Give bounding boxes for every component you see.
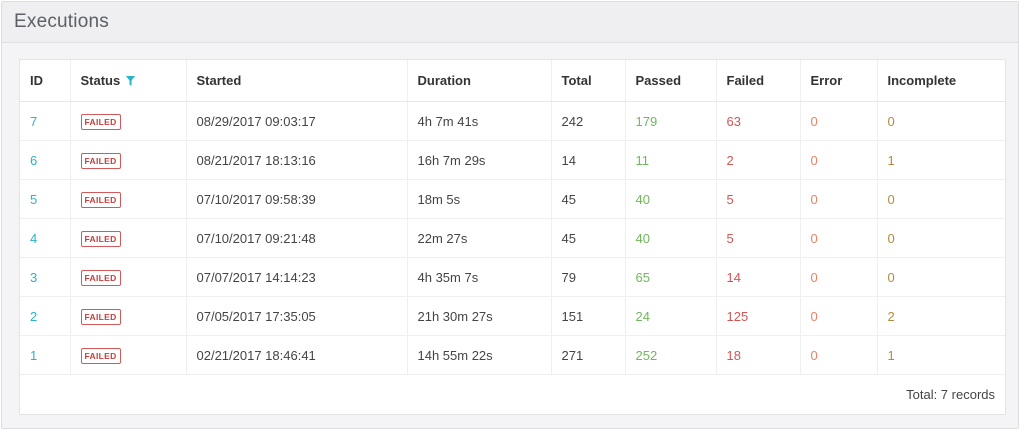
duration-cell: 4h 7m 41s	[407, 101, 552, 141]
passed-cell: 40	[625, 179, 717, 219]
error-cell: 0	[800, 101, 878, 141]
failed-cell: 5	[716, 218, 801, 258]
passed-cell: 65	[625, 257, 717, 297]
passed-cell: 24	[625, 296, 717, 336]
status-cell: FAILED	[70, 296, 187, 336]
total-cell: 271	[551, 335, 626, 375]
column-header-error[interactable]: Error	[800, 60, 878, 102]
incomplete-cell: 0	[877, 257, 1005, 297]
table-row[interactable]: 3 FAILED 07/07/2017 14:14:23 4h 35m 7s 7…	[20, 257, 1005, 297]
duration-cell: 21h 30m 27s	[407, 296, 552, 336]
failed-cell: 125	[716, 296, 801, 336]
incomplete-cell: 0	[877, 101, 1005, 141]
execution-id-link[interactable]: 5	[20, 179, 71, 219]
error-cell: 0	[800, 335, 878, 375]
error-cell: 0	[800, 296, 878, 336]
status-badge: FAILED	[80, 113, 121, 130]
total-cell: 45	[551, 218, 626, 258]
executions-panel: Executions ID Status Started Duration To…	[1, 1, 1019, 429]
execution-id-link[interactable]: 1	[20, 335, 71, 375]
status-cell: FAILED	[70, 140, 187, 180]
total-cell: 45	[551, 179, 626, 219]
table-row[interactable]: 5 FAILED 07/10/2017 09:58:39 18m 5s 45 4…	[20, 179, 1005, 219]
failed-cell: 2	[716, 140, 801, 180]
status-badge: FAILED	[80, 191, 121, 208]
incomplete-cell: 1	[877, 140, 1005, 180]
filter-icon[interactable]	[126, 74, 136, 89]
duration-cell: 14h 55m 22s	[407, 335, 552, 375]
total-cell: 151	[551, 296, 626, 336]
failed-cell: 14	[716, 257, 801, 297]
column-header-duration[interactable]: Duration	[407, 60, 552, 102]
status-badge: FAILED	[80, 269, 121, 286]
incomplete-cell: 1	[877, 335, 1005, 375]
status-cell: FAILED	[70, 179, 187, 219]
error-cell: 0	[800, 140, 878, 180]
started-cell: 07/07/2017 14:14:23	[186, 257, 408, 297]
error-cell: 0	[800, 218, 878, 258]
duration-cell: 16h 7m 29s	[407, 140, 552, 180]
started-cell: 02/21/2017 18:46:41	[186, 335, 408, 375]
total-cell: 14	[551, 140, 626, 180]
error-cell: 0	[800, 179, 878, 219]
column-header-total[interactable]: Total	[551, 60, 626, 102]
column-header-passed[interactable]: Passed	[625, 60, 717, 102]
execution-id-link[interactable]: 7	[20, 101, 71, 141]
started-cell: 07/10/2017 09:58:39	[186, 179, 408, 219]
started-cell: 08/21/2017 18:13:16	[186, 140, 408, 180]
passed-cell: 40	[625, 218, 717, 258]
executions-table-card: ID Status Started Duration Total Passed …	[19, 59, 1006, 415]
panel-header: Executions	[2, 2, 1018, 43]
duration-cell: 18m 5s	[407, 179, 552, 219]
status-badge: FAILED	[80, 308, 121, 325]
passed-cell: 179	[625, 101, 717, 141]
status-badge: FAILED	[80, 152, 121, 169]
status-cell: FAILED	[70, 335, 187, 375]
total-cell: 242	[551, 101, 626, 141]
column-header-status[interactable]: Status	[70, 60, 187, 102]
table-row[interactable]: 1 FAILED 02/21/2017 18:46:41 14h 55m 22s…	[20, 335, 1005, 375]
passed-cell: 252	[625, 335, 717, 375]
status-badge: FAILED	[80, 347, 121, 364]
executions-table: ID Status Started Duration Total Passed …	[20, 60, 1005, 375]
execution-id-link[interactable]: 4	[20, 218, 71, 258]
error-cell: 0	[800, 257, 878, 297]
execution-id-link[interactable]: 3	[20, 257, 71, 297]
failed-cell: 18	[716, 335, 801, 375]
incomplete-cell: 2	[877, 296, 1005, 336]
column-header-started[interactable]: Started	[186, 60, 408, 102]
passed-cell: 11	[625, 140, 717, 180]
table-header-row: ID Status Started Duration Total Passed …	[20, 60, 1005, 102]
incomplete-cell: 0	[877, 218, 1005, 258]
column-header-failed[interactable]: Failed	[716, 60, 801, 102]
total-records: Total: 7 records	[906, 387, 995, 402]
table-row[interactable]: 6 FAILED 08/21/2017 18:13:16 16h 7m 29s …	[20, 140, 1005, 180]
status-cell: FAILED	[70, 218, 187, 258]
failed-cell: 5	[716, 179, 801, 219]
started-cell: 07/05/2017 17:35:05	[186, 296, 408, 336]
started-cell: 07/10/2017 09:21:48	[186, 218, 408, 258]
status-cell: FAILED	[70, 257, 187, 297]
execution-id-link[interactable]: 6	[20, 140, 71, 180]
column-header-id[interactable]: ID	[20, 60, 71, 102]
table-row[interactable]: 4 FAILED 07/10/2017 09:21:48 22m 27s 45 …	[20, 218, 1005, 258]
total-cell: 79	[551, 257, 626, 297]
duration-cell: 4h 35m 7s	[407, 257, 552, 297]
failed-cell: 63	[716, 101, 801, 141]
status-badge: FAILED	[80, 230, 121, 247]
table-row[interactable]: 7 FAILED 08/29/2017 09:03:17 4h 7m 41s 2…	[20, 101, 1005, 141]
column-header-incomplete[interactable]: Incomplete	[877, 60, 1005, 102]
table-row[interactable]: 2 FAILED 07/05/2017 17:35:05 21h 30m 27s…	[20, 296, 1005, 336]
started-cell: 08/29/2017 09:03:17	[186, 101, 408, 141]
execution-id-link[interactable]: 2	[20, 296, 71, 336]
page-title: Executions	[14, 11, 109, 32]
column-header-status-label: Status	[80, 72, 121, 88]
status-cell: FAILED	[70, 101, 187, 141]
incomplete-cell: 0	[877, 179, 1005, 219]
duration-cell: 22m 27s	[407, 218, 552, 258]
